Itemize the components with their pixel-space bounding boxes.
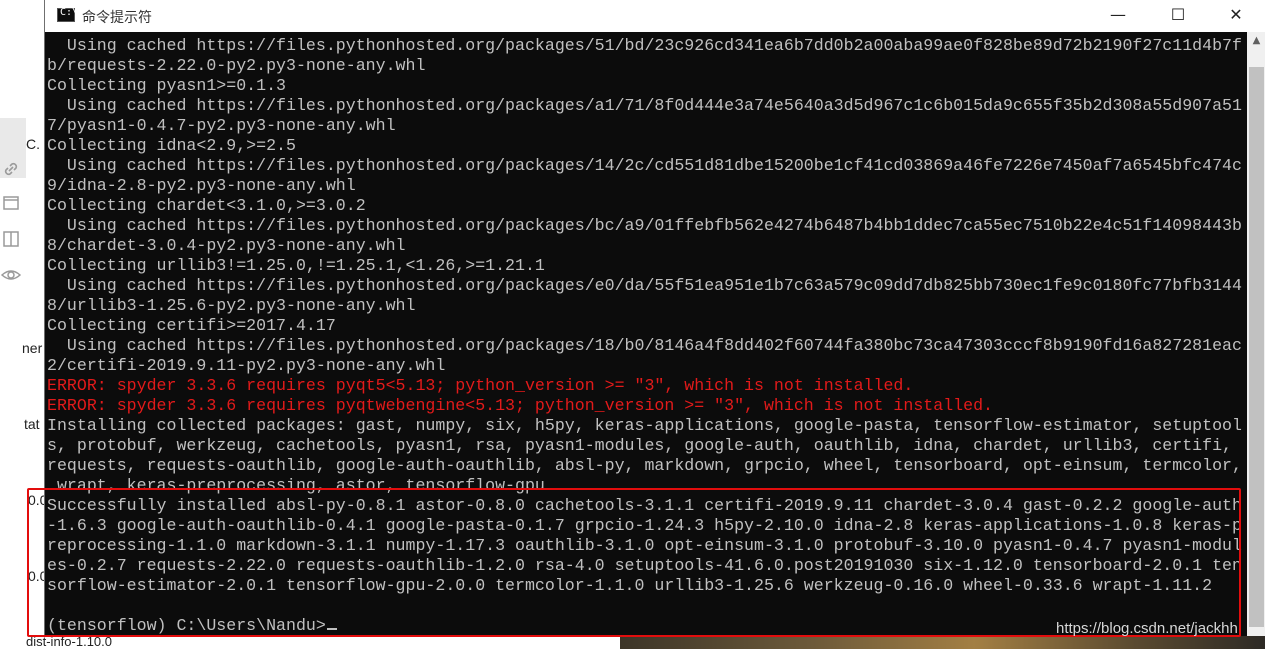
console-line-text: s, protobuf, werkzeug, cachetools, pyasn… bbox=[47, 436, 1232, 455]
console-line: 8/urllib3-1.25.6-py2.py3-none-any.whl bbox=[47, 296, 1245, 316]
console-line: Using cached https://files.pythonhosted.… bbox=[47, 336, 1245, 356]
console-line-text: b/requests-2.22.0-py2.py3-none-any.whl bbox=[47, 56, 426, 75]
eye-icon[interactable] bbox=[0, 266, 22, 286]
console-line: 7/pyasn1-0.4.7-py2.py3-none-any.whl bbox=[47, 116, 1245, 136]
console-line-text: 8/chardet-3.0.4-py2.py3-none-any.whl bbox=[47, 236, 406, 255]
console-line-text: Collecting certifi>=2017.4.17 bbox=[47, 316, 336, 335]
maximize-button[interactable]: ☐ bbox=[1148, 0, 1208, 32]
console-line-text: Installing collected packages: gast, num… bbox=[47, 416, 1242, 435]
background-text-fragment: C. bbox=[26, 136, 40, 152]
console-line-text: 8/urllib3-1.25.6-py2.py3-none-any.whl bbox=[47, 296, 416, 315]
console-line-text: Using cached https://files.pythonhosted.… bbox=[47, 336, 1242, 355]
console-line-text: Using cached https://files.pythonhosted.… bbox=[47, 36, 1242, 55]
console-line: Using cached https://files.pythonhosted.… bbox=[47, 216, 1245, 236]
background-text-fragment: ner bbox=[22, 340, 43, 356]
console-line: Collecting pyasn1>=0.1.3 bbox=[47, 76, 1245, 96]
background-text-fragment: tat bbox=[24, 416, 40, 432]
watermark: https://blog.csdn.net/jackhh bbox=[1056, 620, 1238, 637]
link-icon[interactable] bbox=[1, 160, 21, 180]
window-icon[interactable] bbox=[1, 194, 21, 214]
console-line: requests, requests-oauthlib, google-auth… bbox=[47, 456, 1245, 476]
split-view-icon[interactable] bbox=[1, 230, 21, 250]
console-line-text: 2/certifi-2019.9.11-py2.py3-none-any.whl bbox=[47, 356, 446, 375]
title-bar[interactable]: C:\ 命令提示符 — ☐ ✕ bbox=[45, 0, 1265, 32]
console-line-text: Collecting urllib3!=1.25.0,!=1.25.1,<1.2… bbox=[47, 256, 545, 275]
console-line: s, protobuf, werkzeug, cachetools, pyasn… bbox=[47, 436, 1245, 456]
console-line: Using cached https://files.pythonhosted.… bbox=[47, 96, 1245, 116]
console-line: Collecting certifi>=2017.4.17 bbox=[47, 316, 1245, 336]
console-line-text: ERROR: spyder 3.3.6 requires pyqt5<5.13;… bbox=[47, 376, 914, 395]
window-title: 命令提示符 bbox=[82, 10, 152, 26]
console-line-text: Collecting chardet<3.1.0,>=3.0.2 bbox=[47, 196, 366, 215]
console-error-line: ERROR: spyder 3.3.6 requires pyqt5<5.13;… bbox=[47, 376, 1245, 396]
background-photo bbox=[620, 636, 1265, 649]
console-line: 8/chardet-3.0.4-py2.py3-none-any.whl bbox=[47, 236, 1245, 256]
console-line-text: Using cached https://files.pythonhosted.… bbox=[47, 276, 1242, 295]
console-line: Using cached https://files.pythonhosted.… bbox=[47, 276, 1245, 296]
console-line-text: requests, requests-oauthlib, google-auth… bbox=[47, 456, 1242, 475]
console-line-text: Collecting pyasn1>=0.1.3 bbox=[47, 76, 286, 95]
console-line: Collecting chardet<3.1.0,>=3.0.2 bbox=[47, 196, 1245, 216]
console-line: Using cached https://files.pythonhosted.… bbox=[47, 36, 1245, 56]
minimize-button[interactable]: — bbox=[1088, 0, 1148, 32]
maximize-icon: ☐ bbox=[1170, 5, 1186, 24]
close-icon: ✕ bbox=[1229, 5, 1243, 24]
console-line: Collecting urllib3!=1.25.0,!=1.25.1,<1.2… bbox=[47, 256, 1245, 276]
scrollbar-thumb[interactable] bbox=[1249, 67, 1264, 627]
console-line-text: 7/pyasn1-0.4.7-py2.py3-none-any.whl bbox=[47, 116, 396, 135]
console-line-text: ERROR: spyder 3.3.6 requires pyqtwebengi… bbox=[47, 396, 993, 415]
vertical-scrollbar[interactable]: ▲ bbox=[1247, 32, 1265, 636]
console-line: b/requests-2.22.0-py2.py3-none-any.whl bbox=[47, 56, 1245, 76]
console-line-text: Using cached https://files.pythonhosted.… bbox=[47, 156, 1242, 175]
scroll-up-arrow-icon[interactable]: ▲ bbox=[1247, 32, 1265, 50]
console-line: 2/certifi-2019.9.11-py2.py3-none-any.whl bbox=[47, 356, 1245, 376]
console-line: Installing collected packages: gast, num… bbox=[47, 416, 1245, 436]
console-line-text: Using cached https://files.pythonhosted.… bbox=[47, 96, 1242, 115]
cmd-app-icon: C:\ bbox=[57, 7, 78, 22]
console-error-line: ERROR: spyder 3.3.6 requires pyqtwebengi… bbox=[47, 396, 1245, 416]
console-line-text: Collecting idna<2.9,>=2.5 bbox=[47, 136, 296, 155]
console-line-text: 9/idna-2.8-py2.py3-none-any.whl bbox=[47, 176, 356, 195]
minimize-icon: — bbox=[1110, 5, 1126, 24]
console-line-text: Using cached https://files.pythonhosted.… bbox=[47, 216, 1242, 235]
console-line: Collecting idna<2.9,>=2.5 bbox=[47, 136, 1245, 156]
close-button[interactable]: ✕ bbox=[1206, 0, 1265, 32]
console-line: Using cached https://files.pythonhosted.… bbox=[47, 156, 1245, 176]
highlight-annotation-box bbox=[27, 488, 1241, 637]
console-line: 9/idna-2.8-py2.py3-none-any.whl bbox=[47, 176, 1245, 196]
